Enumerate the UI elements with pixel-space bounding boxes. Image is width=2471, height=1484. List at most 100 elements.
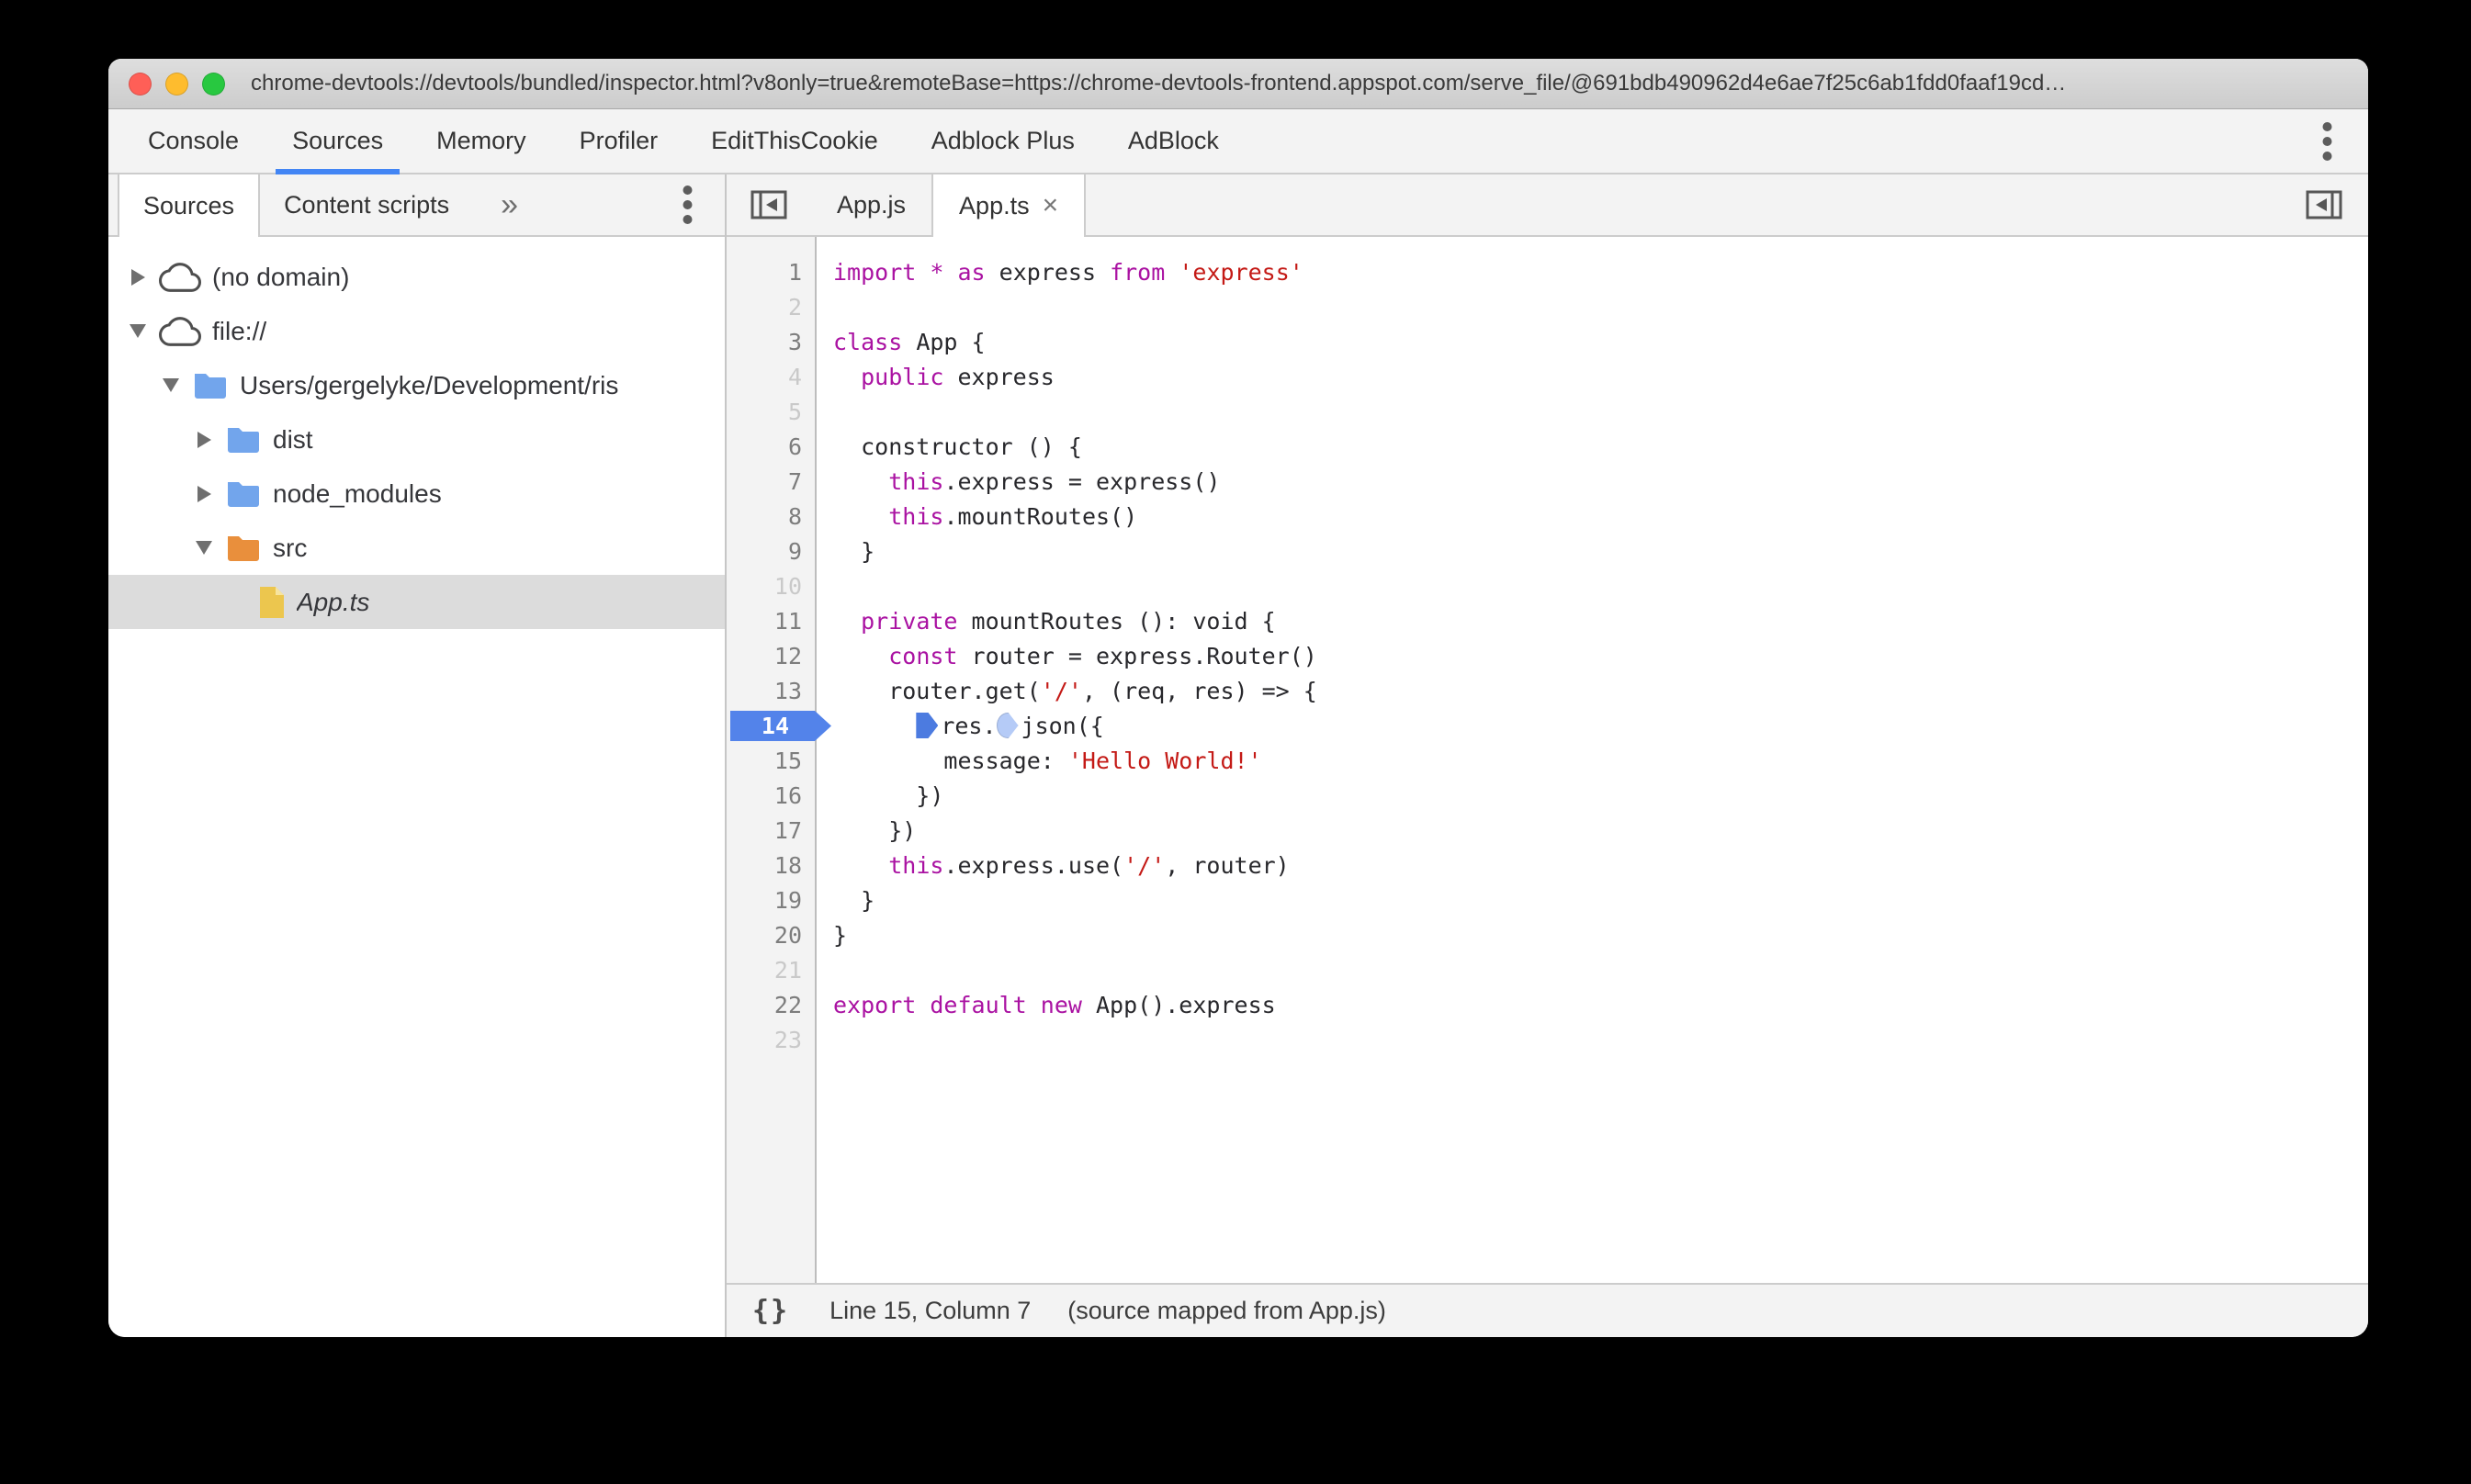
tree-item-no-domain[interactable]: (no domain) [108, 250, 725, 304]
line-number-gutter: 1 2 3 4 5 6 7 8 9 10 11 12 13 14 15 16 17 18 19 20 21 22 23 [727, 237, 817, 1283]
code-line-23[interactable] [833, 1023, 2368, 1058]
code-line-21[interactable] [833, 953, 2368, 988]
code-line-9[interactable]: } [833, 534, 2368, 569]
sidebar-tabs: Sources Content scripts [108, 174, 473, 237]
code-line-22[interactable]: export default new App().express [833, 988, 2368, 1023]
line-number-text: 10 [773, 573, 802, 600]
code-line-14[interactable]: res. json({ [833, 709, 2368, 744]
line-number-18[interactable]: 18 [727, 849, 815, 883]
main-tab-profiler[interactable]: Profiler [559, 109, 679, 173]
sources-sidebar: Sources Content scripts » (no domain) file… [108, 174, 727, 1337]
tree-item-label: App.ts [297, 587, 370, 616]
close-tab-icon[interactable]: × [1043, 192, 1059, 219]
line-number-22[interactable]: 22 [727, 988, 815, 1023]
line-number-4[interactable]: 4 [727, 360, 815, 395]
tree-expander-icon[interactable] [159, 378, 183, 392]
hide-navigator-icon[interactable] [750, 174, 787, 235]
line-number-21[interactable]: 21 [727, 953, 815, 988]
source-map-note: (source mapped from App.js) [1067, 1297, 1386, 1324]
tree-item-file[interactable]: file:// [108, 304, 725, 358]
code-line-10[interactable] [833, 569, 2368, 604]
zoom-window-icon[interactable] [202, 72, 225, 96]
devtools-window: chrome-devtools://devtools/bundled/inspe… [108, 59, 2368, 1337]
line-number-text: 19 [773, 887, 802, 914]
line-number-11[interactable]: 11 [727, 604, 815, 639]
close-window-icon[interactable] [129, 72, 152, 96]
tree-expander-icon[interactable] [126, 324, 150, 338]
tree-item-node-modules[interactable]: node_modules [108, 467, 725, 521]
minimize-window-icon[interactable] [165, 72, 188, 96]
line-number-5[interactable]: 5 [727, 395, 815, 430]
code-line-17[interactable]: }) [833, 814, 2368, 849]
tree-expander-icon[interactable] [192, 541, 216, 555]
file-tree: (no domain) file:// Users/gergelyke/Develo… [108, 237, 725, 1337]
main-tab-memory[interactable]: Memory [416, 109, 547, 173]
line-number-15[interactable]: 15 [727, 744, 815, 779]
sidebar-tab-content-scripts[interactable]: Content scripts [260, 174, 473, 235]
tree-item-label: node_modules [273, 478, 442, 508]
code-line-2[interactable] [833, 290, 2368, 325]
tab-overflow-chevron-icon[interactable]: » [501, 189, 518, 220]
code-line-15[interactable]: message: 'Hello World!' [833, 744, 2368, 779]
code-line-19[interactable]: } [833, 883, 2368, 918]
line-number-text: 9 [787, 538, 802, 565]
code-editor[interactable]: 1 2 3 4 5 6 7 8 9 10 11 12 13 14 15 16 17 18 19 20 21 22 23 im… [727, 237, 2368, 1283]
editor-tab-app-ts[interactable]: App.ts × [931, 174, 1087, 237]
devtools-menu-icon[interactable] [2321, 109, 2333, 173]
line-number-19[interactable]: 19 [727, 883, 815, 918]
execution-marker-light-icon[interactable] [996, 713, 1019, 738]
code-line-18[interactable]: this.express.use('/', router) [833, 849, 2368, 883]
tree-item-src[interactable]: src [108, 521, 725, 575]
main-tab-adblock-plus[interactable]: Adblock Plus [911, 109, 1095, 173]
code-line-16[interactable]: }) [833, 779, 2368, 814]
tree-item-dist[interactable]: dist [108, 412, 725, 467]
line-number-3[interactable]: 3 [727, 325, 815, 360]
tree-item-app-ts[interactable]: App.ts [108, 575, 725, 629]
code-line-13[interactable]: router.get('/', (req, res) => { [833, 674, 2368, 709]
line-number-8[interactable]: 8 [727, 500, 815, 534]
line-number-9[interactable]: 9 [727, 534, 815, 569]
code-line-4[interactable]: public express [833, 360, 2368, 395]
editor-tab-app-js[interactable]: App.js [811, 174, 931, 235]
tree-expander-icon[interactable] [192, 485, 216, 502]
main-tab-sources[interactable]: Sources [272, 109, 403, 174]
tree-expander-icon[interactable] [126, 268, 150, 286]
sidebar-tab-sources[interactable]: Sources [118, 174, 261, 237]
code-line-20[interactable]: } [833, 918, 2368, 953]
line-number-17[interactable]: 17 [727, 814, 815, 849]
code-line-5[interactable] [833, 395, 2368, 430]
execution-marker-dark-icon[interactable] [916, 713, 939, 738]
line-number-14[interactable]: 14 [727, 709, 815, 744]
line-number-1[interactable]: 1 [727, 255, 815, 290]
folder-orange-icon [225, 533, 262, 564]
sidebar-menu-icon[interactable] [682, 174, 694, 235]
code-line-12[interactable]: const router = express.Router() [833, 639, 2368, 674]
main-tab-console[interactable]: Console [128, 109, 259, 173]
tree-item-users-gergelyke-development-ris[interactable]: Users/gergelyke/Development/ris [108, 358, 725, 412]
line-number-7[interactable]: 7 [727, 465, 815, 500]
code-line-6[interactable]: constructor () { [833, 430, 2368, 465]
tree-expander-icon[interactable] [192, 431, 216, 448]
line-number-16[interactable]: 16 [727, 779, 815, 814]
line-number-6[interactable]: 6 [727, 430, 815, 465]
show-debugger-sidebar-icon[interactable] [2306, 174, 2342, 235]
main-tab-editthiscookie[interactable]: EditThisCookie [691, 109, 898, 173]
line-number-10[interactable]: 10 [727, 569, 815, 604]
main-tab-adblock[interactable]: AdBlock [1108, 109, 1239, 173]
code-line-8[interactable]: this.mountRoutes() [833, 500, 2368, 534]
tree-item-label: (no domain) [212, 262, 350, 291]
line-number-12[interactable]: 12 [727, 639, 815, 674]
code-line-3[interactable]: class App { [833, 325, 2368, 360]
line-number-text: 8 [787, 503, 802, 530]
window-titlebar[interactable]: chrome-devtools://devtools/bundled/inspe… [108, 59, 2368, 109]
pretty-print-icon[interactable]: {} [752, 1295, 789, 1327]
cursor-position: Line 15, Column 7 [829, 1297, 1032, 1324]
code-line-7[interactable]: this.express = express() [833, 465, 2368, 500]
code-line-1[interactable]: import * as express from 'express' [833, 255, 2368, 290]
code-line-11[interactable]: private mountRoutes (): void { [833, 604, 2368, 639]
line-number-20[interactable]: 20 [727, 918, 815, 953]
line-number-23[interactable]: 23 [727, 1023, 815, 1058]
line-number-text: 17 [773, 817, 802, 844]
line-number-2[interactable]: 2 [727, 290, 815, 325]
line-number-13[interactable]: 13 [727, 674, 815, 709]
